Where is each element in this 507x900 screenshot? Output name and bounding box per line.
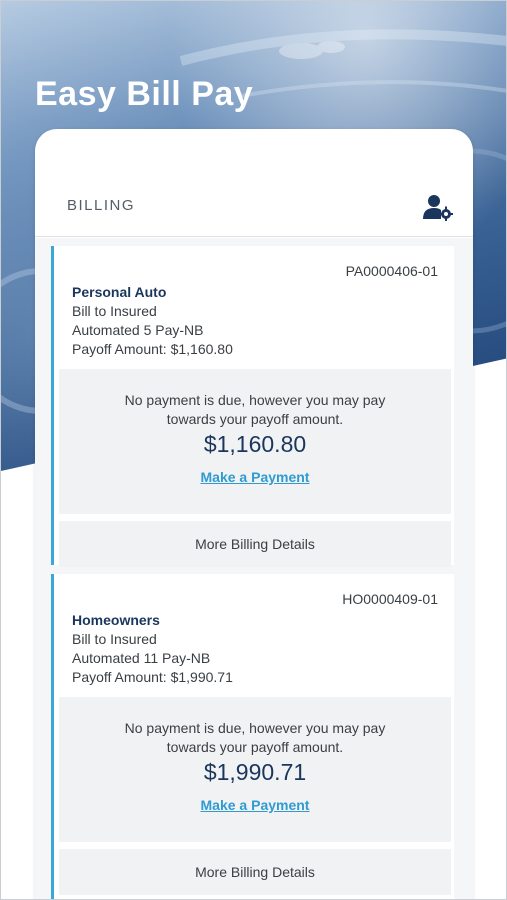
more-billing-details-button[interactable]: More Billing Details <box>59 521 451 567</box>
billing-header: BILLING <box>35 189 473 237</box>
policy-list: PA0000406-01 Personal Auto Bill to Insur… <box>35 238 473 899</box>
bill-to: Bill to Insured <box>72 631 157 647</box>
policy-info: Personal Auto Bill to Insured Automated … <box>72 283 233 359</box>
payment-plan: Automated 11 Pay-NB <box>72 650 211 666</box>
make-payment-link[interactable]: Make a Payment <box>59 797 451 813</box>
policy-card: PA0000406-01 Personal Auto Bill to Insur… <box>51 246 454 567</box>
payment-box: No payment is due, however you may pay t… <box>59 369 451 514</box>
more-billing-details-button[interactable]: More Billing Details <box>59 849 451 895</box>
payoff-amount: Payoff Amount: $1,160.80 <box>72 341 233 357</box>
payment-message: No payment is due, however you may pay t… <box>59 719 451 757</box>
payment-message: No payment is due, however you may pay t… <box>59 391 451 429</box>
billing-section-label: BILLING <box>67 197 136 214</box>
policy-info: Homeowners Bill to Insured Automated 11 … <box>72 611 233 687</box>
payment-message-line1: No payment is due, however you may pay <box>124 392 386 408</box>
billing-card: BILLING PA0000406-01 Personal Auto Bill … <box>35 129 473 899</box>
policy-card: HO0000409-01 Homeowners Bill to Insured … <box>51 574 454 899</box>
payment-message-line2: towards your payoff amount. <box>166 739 344 755</box>
make-payment-link[interactable]: Make a Payment <box>59 469 451 485</box>
payment-message-line1: No payment is due, however you may pay <box>124 720 386 736</box>
policy-number: HO0000409-01 <box>342 591 438 607</box>
payment-amount: $1,990.71 <box>203 759 307 785</box>
payment-message-line2: towards your payoff amount. <box>166 411 344 427</box>
user-settings-icon[interactable] <box>423 193 453 221</box>
app-frame: Easy Bill Pay BILLING PA0000406-01 Perso… <box>0 0 507 900</box>
payoff-amount: Payoff Amount: $1,990.71 <box>72 669 233 685</box>
bill-to: Bill to Insured <box>72 303 157 319</box>
payment-amount: $1,160.80 <box>203 431 307 457</box>
payment-plan: Automated 5 Pay-NB <box>72 322 204 338</box>
policy-number: PA0000406-01 <box>345 263 438 279</box>
payment-box: No payment is due, however you may pay t… <box>59 697 451 842</box>
page-title: Easy Bill Pay <box>35 75 254 113</box>
policy-type: Homeowners <box>72 612 160 628</box>
policy-type: Personal Auto <box>72 284 167 300</box>
